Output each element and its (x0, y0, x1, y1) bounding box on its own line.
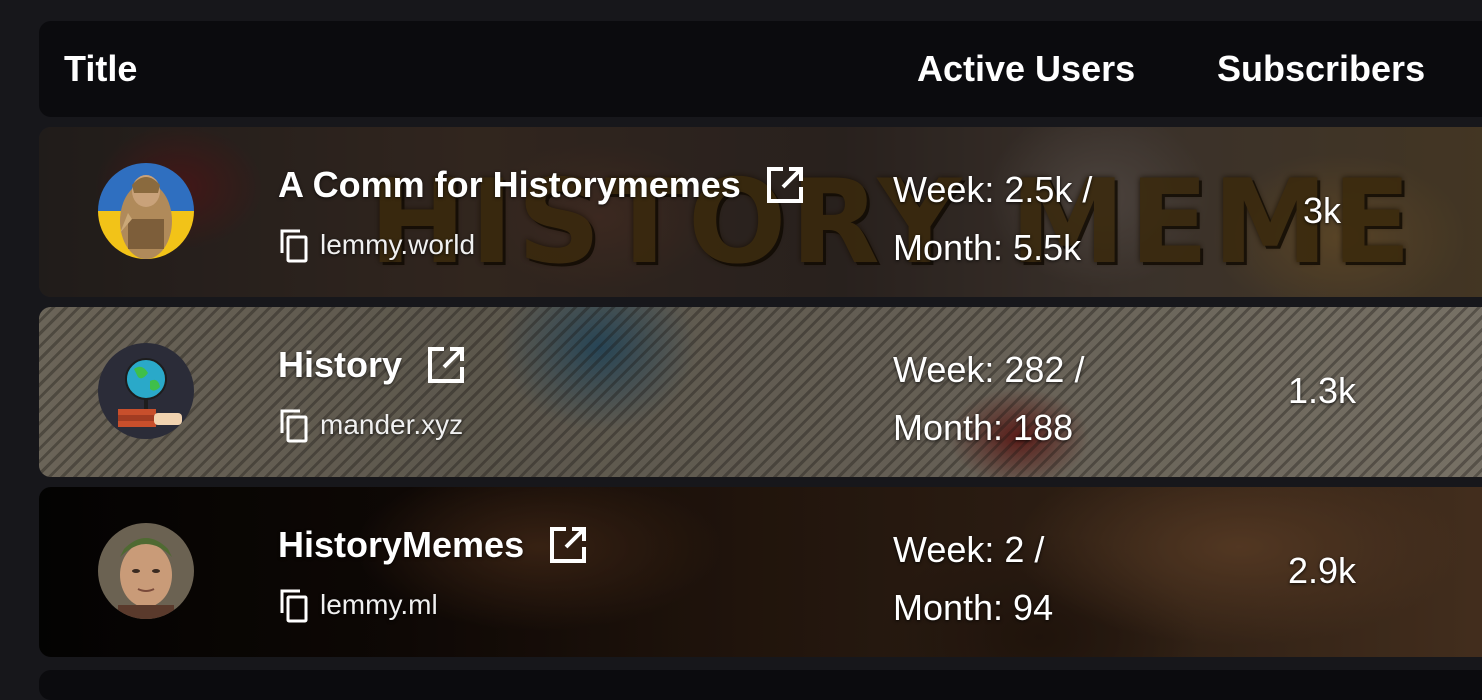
instance-name: lemmy.world (320, 229, 476, 260)
active-users-week: Week: 2.5k / (893, 169, 1093, 210)
column-header-title[interactable]: Title (64, 49, 137, 89)
instance-name: lemmy.ml (320, 589, 438, 620)
subscriber-count: 3k (1302, 190, 1342, 231)
table-header: Title Active Users Subscribers (39, 21, 1482, 117)
external-link-icon[interactable] (765, 165, 805, 205)
table-row[interactable]: History mander.xyz Week: 282 / Month: 18… (39, 307, 1482, 477)
active-users-month: Month: 94 (893, 587, 1054, 628)
community-instance[interactable]: mander.xyz (278, 407, 463, 443)
active-users-month: Month: 5.5k (893, 227, 1082, 268)
table-row-partial[interactable] (39, 670, 1482, 700)
community-avatar (98, 523, 194, 619)
community-title: History (278, 343, 466, 387)
community-name-link[interactable]: HistoryMemes (278, 523, 524, 567)
table-row[interactable]: HISTORY MEME A Comm for Historymemes lem… (39, 127, 1482, 297)
community-avatar (98, 343, 194, 439)
instance-name: mander.xyz (320, 409, 464, 440)
active-users-week: Week: 2 / (893, 529, 1045, 570)
community-title: A Comm for Historymemes (278, 163, 805, 207)
community-title: HistoryMemes (278, 523, 588, 567)
community-avatar (98, 163, 194, 259)
copy-icon[interactable] (278, 227, 310, 263)
communities-table: Title Active Users Subscribers HISTORY M… (39, 21, 1482, 657)
external-link-icon[interactable] (548, 525, 588, 565)
community-name-link[interactable]: History (278, 343, 402, 387)
column-header-active-users[interactable]: Active Users (917, 49, 1135, 89)
external-link-icon[interactable] (426, 345, 466, 385)
copy-icon[interactable] (278, 407, 310, 443)
table-row[interactable]: HistoryMemes lemmy.ml Week: 2 / Month: 9… (39, 487, 1482, 657)
column-header-subscribers[interactable]: Subscribers (1217, 49, 1425, 89)
community-instance[interactable]: lemmy.ml (278, 587, 438, 623)
copy-icon[interactable] (278, 587, 310, 623)
subscriber-count: 2.9k (1287, 550, 1357, 591)
active-users: Week: 282 / Month: 188 (893, 341, 1084, 457)
subscriber-count: 1.3k (1287, 370, 1357, 411)
active-users-month: Month: 188 (893, 407, 1074, 448)
active-users-week: Week: 282 / (893, 349, 1085, 390)
community-name-link[interactable]: A Comm for Historymemes (278, 163, 741, 207)
community-instance[interactable]: lemmy.world (278, 227, 475, 263)
active-users: Week: 2.5k / Month: 5.5k (893, 161, 1092, 277)
active-users: Week: 2 / Month: 94 (893, 521, 1053, 637)
